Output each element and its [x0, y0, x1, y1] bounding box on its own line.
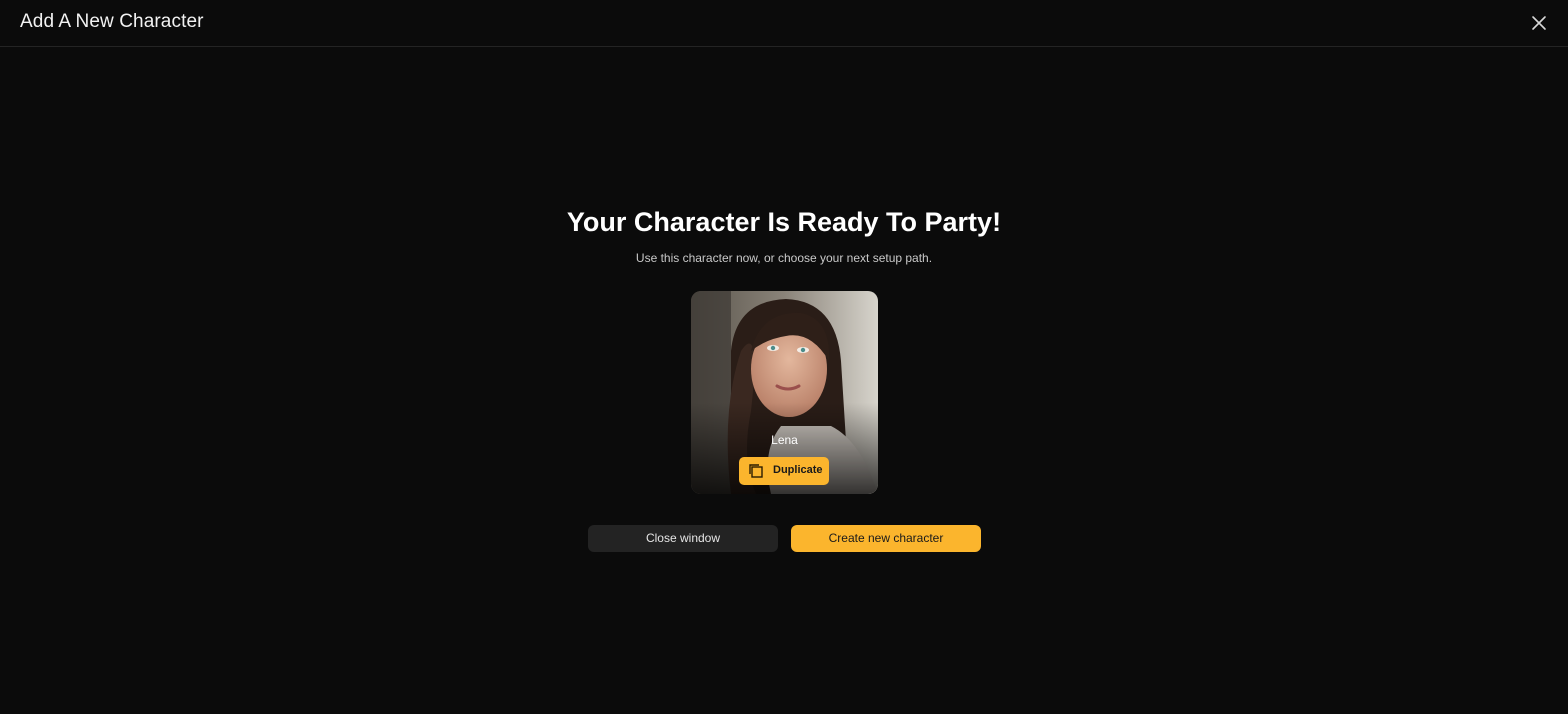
modal-title: Add A New Character: [20, 11, 204, 32]
modal-body: Your Character Is Ready To Party! Use th…: [0, 47, 1568, 714]
duplicate-button[interactable]: Duplicate: [739, 457, 829, 485]
duplicate-label: Duplicate: [773, 464, 823, 476]
close-window-button[interactable]: Close window: [588, 525, 778, 552]
character-name: Lena: [771, 433, 798, 447]
close-icon[interactable]: [1527, 11, 1551, 35]
modal-header: Add A New Character: [0, 0, 1568, 47]
success-headline: Your Character Is Ready To Party!: [566, 207, 1002, 237]
success-subtitle: Use this character now, or choose your n…: [635, 251, 933, 265]
duplicate-icon: [749, 464, 763, 478]
create-new-character-button[interactable]: Create new character: [791, 525, 981, 552]
character-card[interactable]: Lena Duplicate: [691, 291, 878, 494]
